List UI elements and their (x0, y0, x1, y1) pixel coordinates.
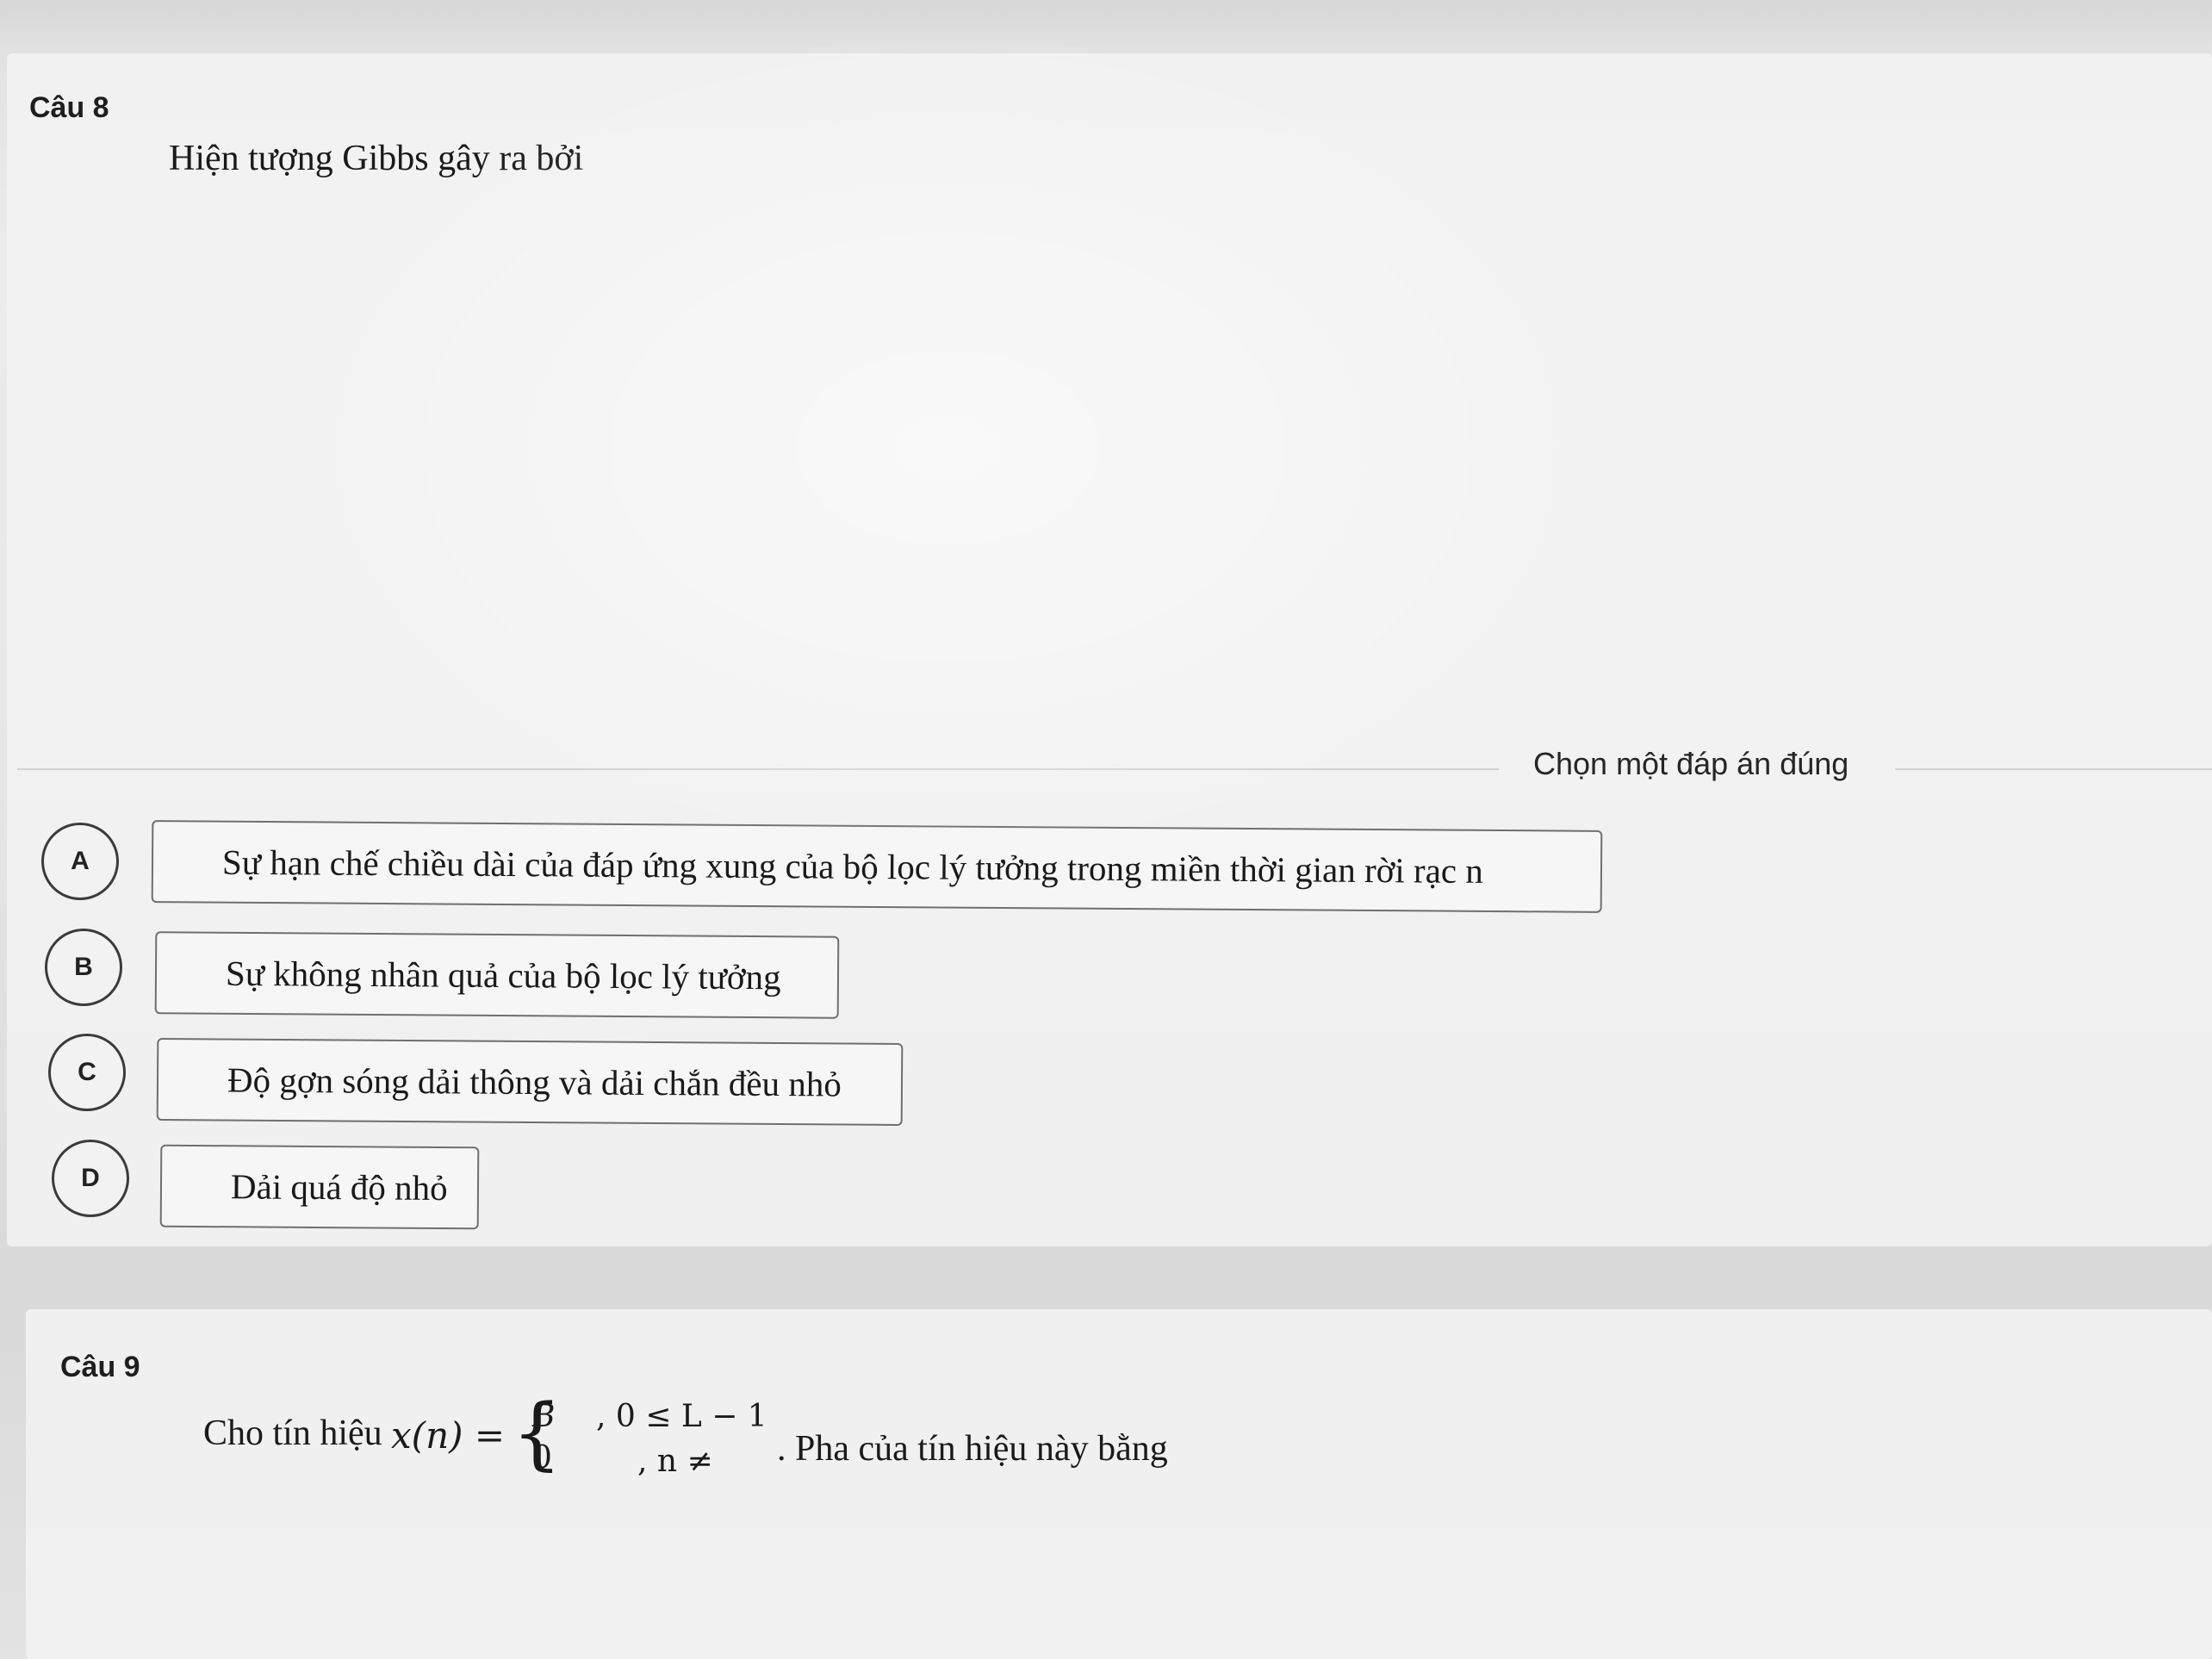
question-9-number: Câu 9 (60, 1351, 140, 1383)
piecewise-case2-value: 0 (532, 1440, 552, 1476)
option-c-answer[interactable]: Độ gợn sóng dải thông và dải chắn đều nh… (156, 1037, 904, 1127)
option-a-answer[interactable]: Sự hạn chế chiều dài của đáp ứng xung củ… (151, 820, 1603, 913)
instruction-divider-left (17, 768, 1499, 770)
question-8-number: Câu 8 (29, 91, 109, 124)
option-b-answer[interactable]: Sự không nhân quả của bộ lọc lý tưởng (154, 931, 840, 1019)
screen: Câu 8 Hiện tượng Gibbs gây ra bởi Chọn m… (0, 0, 2212, 1659)
question-9-signal: x(n) = (391, 1414, 506, 1457)
instruction-text: Chọn một đáp án đúng (1533, 746, 1849, 781)
option-c-radio[interactable]: C (48, 1034, 126, 1111)
question-9-card (26, 1309, 2212, 1659)
piecewise-case1-value: B (532, 1399, 556, 1434)
option-b-radio[interactable]: B (45, 929, 122, 1006)
question-8-text: Hiện tượng Gibbs gây ra bởi (169, 139, 584, 178)
piecewise-case1-condition: , 0 ≤ L − 1 (596, 1399, 767, 1434)
instruction-divider-right (1895, 768, 2212, 770)
option-d-answer[interactable]: Dải quá độ nhỏ (159, 1144, 480, 1230)
option-d-radio[interactable]: D (52, 1140, 129, 1217)
question-9-text-after: . Pha của tín hiệu này bằng (777, 1429, 1168, 1469)
question-9-text-before: Cho tín hiệu (203, 1414, 382, 1453)
option-a-radio[interactable]: A (41, 823, 119, 900)
piecewise-case2-condition: , n ≠ (637, 1444, 713, 1479)
